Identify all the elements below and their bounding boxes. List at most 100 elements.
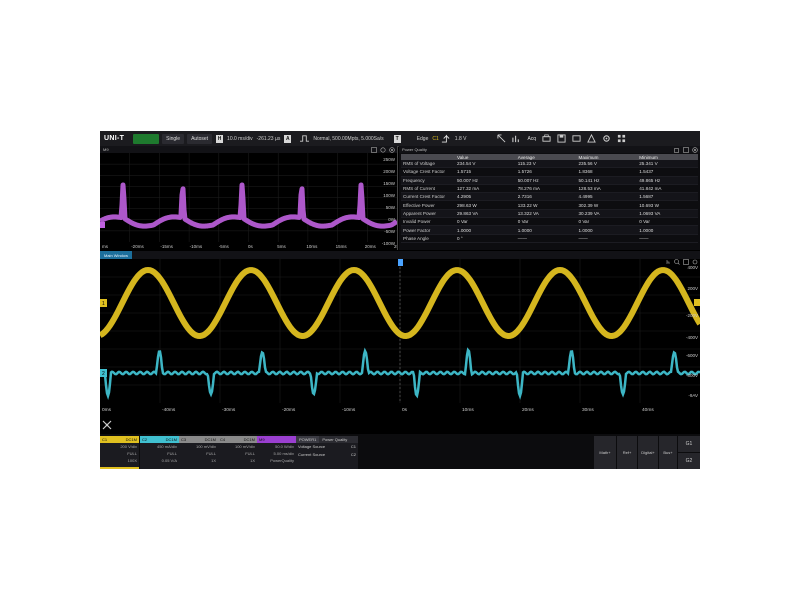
timebase-readout[interactable]: 10.0 ms/div bbox=[227, 136, 253, 142]
trigger-level[interactable]: 1.8 V bbox=[455, 136, 467, 142]
table-cell: 0 Var bbox=[637, 217, 698, 227]
brand-logo: UNI-T bbox=[104, 135, 125, 142]
acq-menu-label[interactable]: Acq bbox=[527, 136, 536, 142]
row-label: RMS of Current bbox=[401, 184, 455, 194]
display-icon[interactable] bbox=[571, 134, 581, 144]
math-pane-name: M9 bbox=[103, 147, 109, 152]
math-y-tick-label: 100W bbox=[383, 193, 396, 198]
channel-name: M9 bbox=[259, 437, 265, 442]
trigger-key[interactable]: T bbox=[393, 134, 401, 143]
math-y-tick-label: 200W bbox=[383, 169, 396, 174]
restore-icon[interactable] bbox=[674, 147, 680, 153]
main-x-tick-label: 20ms bbox=[522, 407, 534, 413]
zoom-in-icon[interactable] bbox=[674, 252, 680, 265]
single-button[interactable]: Single bbox=[162, 133, 185, 144]
cursor-icon[interactable] bbox=[496, 134, 506, 144]
ch2-y-tick-label: -9AV bbox=[688, 393, 698, 398]
measure-cross-icon[interactable] bbox=[102, 417, 112, 430]
math-x-tick-label: 10ms bbox=[306, 244, 318, 249]
utility-icon[interactable] bbox=[586, 134, 596, 144]
ch2-y-tick-label: -600V bbox=[686, 353, 698, 358]
row-label: Invalid Power bbox=[401, 217, 455, 227]
table-cell: 50.141 Hz bbox=[576, 176, 638, 185]
channel-coupling: DC1M bbox=[125, 437, 137, 442]
apps-grid-icon[interactable] bbox=[616, 134, 626, 144]
channel-scale: 100 mV/div bbox=[195, 444, 216, 449]
channel-card-c1[interactable]: C1 DC1M 200 V/div FULL 100X bbox=[100, 436, 139, 469]
table-row: Current Crest Factor 4.2905 2.7316 4.4995 1.… bbox=[401, 192, 698, 202]
maximize-icon[interactable] bbox=[683, 252, 689, 265]
channel-probe: 1X bbox=[250, 458, 255, 463]
channel-coupling: DC1M bbox=[243, 437, 255, 442]
run-stop-button[interactable] bbox=[133, 133, 160, 144]
table-cell: 2.7316 bbox=[515, 192, 577, 202]
table-cell: 235.56 V bbox=[576, 160, 638, 169]
power-tab[interactable]: POWER1 bbox=[296, 436, 320, 443]
ch1-right-marker bbox=[694, 299, 700, 306]
channel-card-c2[interactable]: C2 DC1M 450 mA/div FULL 0.05 V/A bbox=[140, 436, 179, 469]
acquisition-mode-readout[interactable]: Normal, 500.00Mpts, 5.000Sa/s bbox=[313, 136, 383, 142]
main-x-tick-label: -40ms bbox=[162, 407, 176, 413]
ch1-y-tick-label: 400V bbox=[687, 265, 698, 270]
table-row: Apparent Power 29.863 VA 13.322 VA 30.239 V… bbox=[401, 209, 698, 219]
bus-add-button[interactable]: Bus+ bbox=[659, 436, 677, 469]
tab-main-window[interactable]: Main Window bbox=[100, 251, 133, 259]
g1-button[interactable]: G1 bbox=[678, 436, 700, 452]
table-cell: 1.5437 bbox=[637, 167, 698, 177]
channel-probe: 1X bbox=[211, 458, 216, 463]
ch1-marker-label: 1 bbox=[102, 301, 105, 307]
table-cell: 302.39 W bbox=[576, 200, 638, 210]
maximize-icon[interactable] bbox=[683, 146, 689, 153]
acquire-key[interactable]: A bbox=[284, 134, 292, 143]
edge-rise-icon bbox=[441, 134, 451, 144]
maximize-icon[interactable] bbox=[371, 146, 377, 153]
table-cell: —— bbox=[637, 234, 698, 243]
autoset-button[interactable]: Autoset bbox=[187, 133, 213, 144]
measure-icon[interactable] bbox=[511, 134, 521, 144]
table-cell: 1.8368 bbox=[576, 167, 638, 177]
power-analysis-panel[interactable]: POWER1 Power Quality Voltage Source C1 C… bbox=[296, 436, 358, 469]
trigger-type[interactable]: Edge bbox=[417, 136, 429, 142]
main-waveform-plot[interactable]: 1 2 400V 200V -200V -400V -600V -800V -9AV 0ms -40… bbox=[100, 259, 700, 413]
channel-bw: FULL bbox=[245, 451, 255, 456]
current-source-row[interactable]: Current Source C2 bbox=[296, 451, 358, 459]
main-x-tick-label: 40ms bbox=[642, 407, 654, 413]
print-icon[interactable] bbox=[541, 134, 551, 144]
table-cell: 4.4995 bbox=[576, 192, 638, 202]
math-pane-header: M9 bbox=[100, 146, 397, 153]
math-power-plot[interactable]: 250W200W150W100W50W0W-50W-100Wms -20ms -15… bbox=[100, 153, 397, 250]
settings-gear-icon[interactable] bbox=[601, 134, 611, 144]
table-cell: 298.63 W bbox=[455, 200, 516, 210]
table-cell: 50.007 Hz bbox=[455, 176, 516, 185]
settings-gear-icon[interactable] bbox=[692, 252, 698, 265]
close-icon[interactable] bbox=[692, 146, 698, 153]
digital-add-button[interactable]: Digital+ bbox=[638, 436, 658, 469]
main-window: Main Window 1 2 400V 200V -200V -400V -600V -80… bbox=[100, 251, 700, 413]
close-icon[interactable] bbox=[389, 146, 395, 153]
power-mode: Power Quality bbox=[319, 436, 358, 443]
channel-name: C4 bbox=[220, 437, 226, 442]
trigger-source[interactable]: C1 bbox=[432, 136, 438, 142]
ch1-y-tick-label: 200V bbox=[687, 286, 698, 291]
table-cell: 1.5726 bbox=[515, 167, 577, 177]
channel-card-c4[interactable]: C4 DC1M 100 mV/div FULL 1X bbox=[218, 436, 257, 469]
table-cell: 50.007 Hz bbox=[515, 176, 577, 185]
zoom-icon[interactable] bbox=[380, 146, 386, 153]
touch-hand-icon[interactable] bbox=[665, 252, 671, 264]
channel-card-m9[interactable]: M9 50.0 W/div 5.00 ms/div PowerQuality bbox=[257, 436, 296, 469]
channel-name: C2 bbox=[142, 437, 148, 442]
main-x-tick-label: 10ms bbox=[462, 407, 474, 413]
horizontal-key[interactable]: H bbox=[216, 134, 224, 143]
voltage-source-row[interactable]: Voltage Source C1 bbox=[296, 443, 358, 451]
math-add-button[interactable]: Math+ bbox=[594, 436, 616, 469]
save-icon[interactable] bbox=[556, 134, 566, 144]
g2-button[interactable]: G2 bbox=[678, 453, 700, 469]
channel-bw: 5.00 ms/div bbox=[273, 451, 294, 456]
math-x-tick-label: -20ms bbox=[131, 244, 144, 249]
table-cell: —— bbox=[515, 234, 577, 243]
horizontal-offset-readout[interactable]: -261.23 µs bbox=[257, 136, 281, 142]
table-cell: 1.0000 bbox=[576, 225, 638, 235]
row-label: Frequency bbox=[401, 176, 455, 185]
channel-card-c3[interactable]: C3 DC1M 100 mV/div FULL 1X bbox=[179, 436, 218, 469]
ref-add-button[interactable]: Ref+ bbox=[617, 436, 637, 469]
